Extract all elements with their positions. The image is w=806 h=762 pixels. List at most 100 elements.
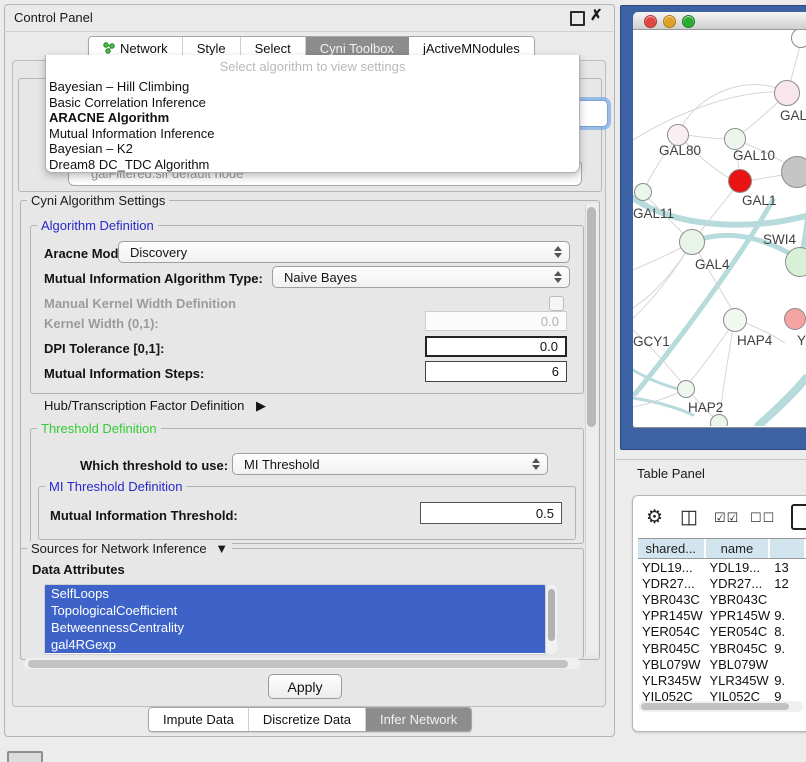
table-header-row: shared...name [638,538,806,559]
attributes-scrollbar-thumb[interactable] [548,589,555,641]
gear-icon[interactable]: ⚙ [646,506,663,529]
table-cell: YDR27... [705,576,770,591]
column-header-shared-[interactable]: shared... [638,539,706,558]
table-row[interactable]: YDL19...YDL19...13 [638,559,806,575]
node-table[interactable]: shared...nameYDL19...YDL19...13YDR27...Y… [638,538,806,701]
table-cell: YBL079W [705,657,770,672]
network-node-gal4[interactable] [679,229,705,255]
deselect-all-checkboxes-icon[interactable]: ☐☐ [750,510,775,526]
table-cell: YBL079W [638,657,705,672]
settings-vertical-scrollbar-thumb[interactable] [587,207,596,427]
mi-threshold-field[interactable]: 0.5 [420,502,562,524]
network-node-y[interactable] [784,308,806,330]
data-attributes-list[interactable]: SelfLoopsTopologicalCoefficientBetweenne… [44,584,546,655]
table-cell: 12 [770,576,806,591]
kernel-width-field[interactable]: 0.0 [425,311,567,331]
mi-steps-field[interactable]: 6 [425,361,567,382]
node-label-gcy1: GCY1 [633,334,670,349]
network-node-gal[interactable] [774,80,800,106]
dpi-tolerance-field[interactable]: 0.0 [425,336,567,357]
algorithm-options-list: Bayesian – Hill ClimbingBasic Correlatio… [49,79,574,172]
node-label-hap4: HAP4 [737,333,772,348]
attribute-item[interactable]: BetweennessCentrality [45,619,545,636]
table-cell: 9. [770,641,806,656]
mi-steps-label: Mutual Information Steps: [44,366,204,381]
table-cell: YPR145W [638,608,705,623]
settings-group-title: Cyni Algorithm Settings [27,193,169,208]
minimize-traffic-light-icon[interactable] [663,15,676,28]
select-all-checkboxes-icon[interactable]: ☑☑ [714,510,739,526]
tab-impute-data[interactable]: Impute Data [149,708,249,731]
mi-threshold-definition-title: MI Threshold Definition [45,479,186,494]
tab-label: Infer Network [380,712,457,727]
attribute-item[interactable]: TopologicalCoefficient [45,602,545,619]
float-window-icon[interactable] [570,11,585,26]
attribute-item[interactable]: SelfLoops [45,585,545,602]
table-cell: 9 [770,689,806,701]
network-node-gal1[interactable] [728,169,752,193]
close-traffic-light-icon[interactable] [644,15,657,28]
table-cell: YER054C [638,624,705,639]
tab-infer-network[interactable]: Infer Network [366,708,471,731]
algorithm-option[interactable]: Mutual Information Inference [49,126,574,142]
algorithm-option[interactable]: ARACNE Algorithm [49,110,574,126]
node-label-gal11: GAL11 [633,206,674,221]
algorithm-option[interactable]: Dream8 DC_TDC Algorithm [49,157,574,173]
network-node[interactable] [710,414,728,426]
network-node[interactable] [781,156,806,188]
spinner-icon [531,457,540,471]
network-node-gal11[interactable] [634,183,652,201]
algorithm-dropdown-placeholder: Select algorithm to view settings [46,59,579,74]
tab-discretize-data[interactable]: Discretize Data [249,708,366,731]
table-options-icon[interactable] [791,504,806,530]
table-row[interactable]: YBR043CYBR043C [638,591,806,607]
settings-horizontal-scrollbar-thumb[interactable] [28,660,568,668]
attribute-item[interactable]: gal4RGexp [45,636,545,653]
mi-type-combobox[interactable]: Naive Bayes [272,266,570,288]
control-panel-title: Control Panel [14,10,93,25]
table-horizontal-scrollbar-thumb[interactable] [641,703,789,710]
column-header-2[interactable] [770,539,806,558]
network-node[interactable] [791,30,806,48]
network-window-titlebar[interactable] [633,12,806,30]
node-label-swi4: SWI4 [763,232,796,247]
table-row[interactable]: YBR045CYBR045C9. [638,640,806,656]
manual-kernel-label: Manual Kernel Width Definition [44,296,236,311]
mi-type-value: Naive Bayes [284,270,357,285]
table-row[interactable]: YER054CYER054C8. [638,624,806,640]
dpi-tolerance-label: DPI Tolerance [0,1]: [44,341,164,356]
apply-button[interactable]: Apply [268,674,342,699]
network-node-gal10[interactable] [724,128,746,150]
algorithm-option[interactable]: Bayesian – K2 [49,141,574,157]
aracne-mode-combobox[interactable]: Discovery [118,241,570,263]
tab-label: Select [255,41,291,56]
algorithm-dropdown-popup: Select algorithm to view settings Bayesi… [45,55,580,173]
table-cell: YBR045C [638,641,705,656]
partial-button[interactable] [7,751,43,762]
expand-right-icon: ▶ [256,398,266,413]
collapse-down-icon[interactable]: ▼ [215,541,228,556]
table-row[interactable]: YBL079WYBL079W [638,656,806,672]
which-threshold-combobox[interactable]: MI Threshold [232,453,548,475]
network-node-hap2[interactable] [677,380,695,398]
node-label-gal80: GAL80 [659,143,701,158]
table-cell: YIL052C [705,689,770,701]
algorithm-option[interactable]: Bayesian – Hill Climbing [49,79,574,95]
algorithm-option[interactable]: Basic Correlation Inference [49,95,574,111]
sources-group-title: Sources for Network Inference ▼ [27,541,232,556]
hub-definition-toggle[interactable]: Hub/Transcription Factor Definition ▶ [44,398,266,414]
table-row[interactable]: YLR345WYLR345W9. [638,672,806,688]
table-row[interactable]: YIL052CYIL052C9 [638,689,806,702]
zoom-traffic-light-icon[interactable] [682,15,695,28]
sources-title-text: Sources for Network Inference [31,541,207,556]
network-canvas[interactable]: GALGAL80GAL10GAL1GAL11GAL4SWI4HAP4YGCY1H… [633,30,806,426]
network-node-swi4[interactable] [785,247,806,277]
network-node-hap4[interactable] [723,308,747,332]
close-icon[interactable]: ✗ [590,6,603,24]
kernel-width-label: Kernel Width (0,1): [44,316,159,331]
columns-icon[interactable]: ◫ [680,506,698,529]
manual-kernel-checkbox[interactable] [549,296,564,311]
table-row[interactable]: YDR27...YDR27...12 [638,575,806,591]
column-header-name[interactable]: name [706,539,771,558]
table-row[interactable]: YPR145WYPR145W9. [638,608,806,624]
